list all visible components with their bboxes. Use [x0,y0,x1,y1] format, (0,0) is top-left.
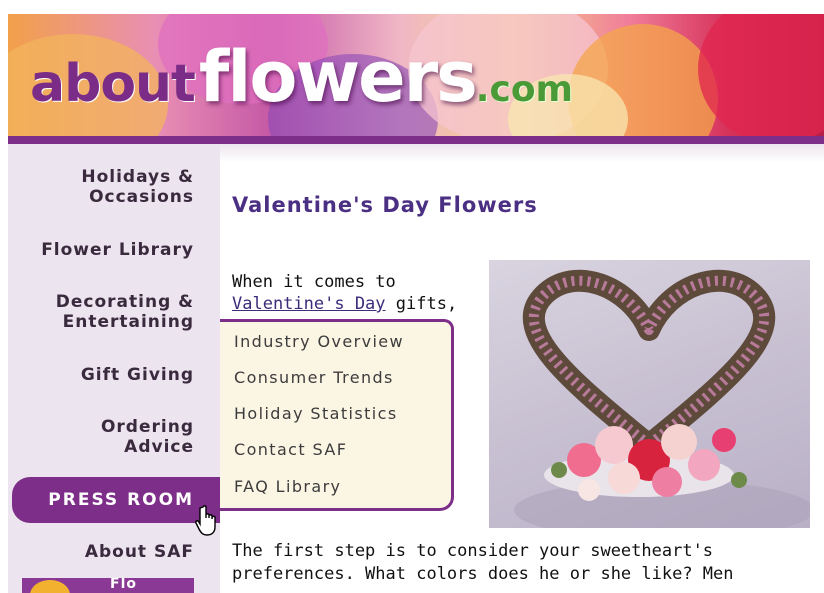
paragraph-line: preferences. What colors does he or she … [232,564,734,584]
sidebar-item-label: Entertaining [62,312,194,332]
flower-thumbnail [30,580,70,593]
dropdown-item-holiday-statistics[interactable]: Holiday Statistics [234,404,398,423]
valentines-day-link[interactable]: Valentine's Day [232,294,386,314]
paragraph-line: The first step is to consider your sweet… [232,541,714,561]
logo-com: .com [475,69,574,110]
heart-arrangement-photo [489,260,810,528]
content-top-shade [220,144,824,162]
sidebar-item-label: Flower Library [41,240,194,260]
site-banner[interactable]: aboutflowers.com [8,14,824,137]
sidebar-item-about-saf[interactable]: About SAF [8,542,194,562]
sidebar-item-label: About SAF [84,542,194,562]
sidebar-item-holidays-occasions[interactable]: Holidays & Occasions [8,167,194,207]
sidebar-item-label: Advice [124,437,194,457]
sidebar-item-label: Holidays & [81,167,194,187]
sidebar-item-gift-giving[interactable]: Gift Giving [8,365,194,385]
intro-text: When it comes to Valentine's Day gifts, [232,271,457,315]
sidebar-item-label: Gift Giving [80,365,194,385]
sidebar-item-decorating-entertaining[interactable]: Decorating & Entertaining [8,292,194,332]
logo-flowers: flowers [198,36,478,118]
page-title: Valentine's Day Flowers [232,193,538,217]
sidebar-item-label: Decorating & [55,292,194,312]
sidebar-promo[interactable]: Flo [22,578,194,593]
press-room-dropdown: Industry Overview Consumer Trends Holida… [220,319,454,511]
body-paragraph: The first step is to consider your sweet… [232,540,817,586]
dropdown-item-contact-saf[interactable]: Contact SAF [234,440,347,459]
sidebar-item-flower-library[interactable]: Flower Library [8,240,194,260]
sidebar-item-label: Occasions [89,187,194,207]
dropdown-item-industry-overview[interactable]: Industry Overview [234,332,404,351]
logo-about: about [30,54,196,114]
site-logo[interactable]: aboutflowers.com [30,36,573,118]
dropdown-item-consumer-trends[interactable]: Consumer Trends [234,368,394,387]
intro-line: gifts, [385,294,458,314]
sidebar-item-label: Ordering [100,417,194,437]
intro-line: When it comes to [232,272,396,292]
banner-divider [8,136,824,144]
sidebar-item-label: PRESS ROOM [48,490,194,510]
sidebar-promo-label: Flo [110,578,137,592]
dropdown-item-faq-library[interactable]: FAQ Library [234,477,341,496]
hand-pointer-icon [195,505,216,536]
sidebar-item-press-room[interactable]: PRESS ROOM [12,477,220,523]
banner-flower [698,14,824,137]
sidebar-item-ordering-advice[interactable]: Ordering Advice [8,417,194,457]
heart-floral-arrangement-icon [514,269,810,528]
